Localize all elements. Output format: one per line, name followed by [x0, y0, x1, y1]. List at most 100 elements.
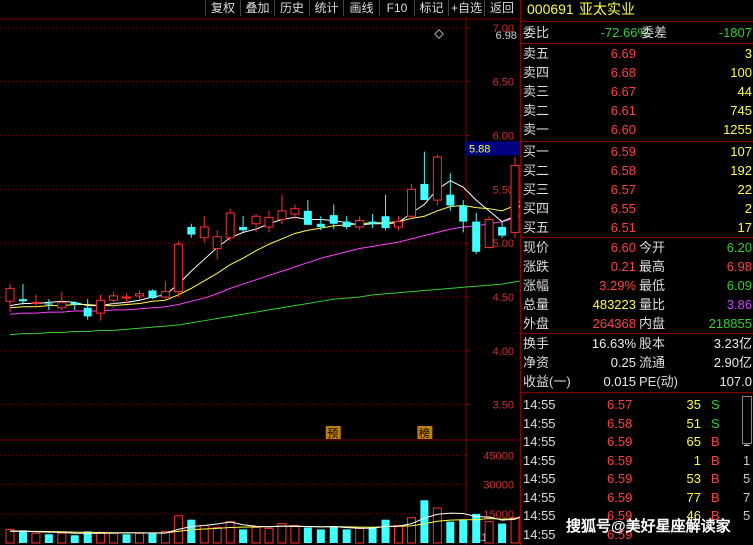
quote-label-2: 今开 [639, 240, 666, 255]
volume-bar [109, 532, 119, 544]
quote-label: 外盘 [523, 316, 550, 331]
ask-price: 6.60 [610, 122, 636, 137]
candle-body [239, 227, 248, 231]
candle-body [122, 296, 132, 299]
tick-row: 14:55 6.59 77 B 7 [521, 489, 753, 507]
fund-label: 换手 [523, 336, 550, 351]
toolbar-btn-5[interactable]: F10 [379, 0, 414, 16]
fund-value-2: 3.23亿 [713, 336, 752, 351]
ask-price: 6.69 [610, 46, 636, 61]
ask-label: 卖一 [523, 122, 550, 137]
candle-body [329, 215, 338, 224]
bid-price: 6.55 [610, 201, 636, 216]
candle-body [135, 293, 144, 297]
weicha-value: -1807 [718, 25, 752, 40]
ask-row: 卖五 6.69 3 [521, 45, 753, 63]
candle-body [5, 287, 15, 302]
bid-label: 买一 [523, 144, 550, 159]
tick-side: S [711, 397, 720, 412]
candle-body [173, 243, 183, 293]
kline-chart: 7.006.506.005.505.004.504.003.5045000300… [0, 17, 520, 545]
volume-bar [199, 525, 209, 544]
candle-body [368, 221, 377, 224]
quote-value-2: 6.98 [726, 259, 752, 274]
watermark: 搜狐号@美好星座解读家 [566, 518, 731, 535]
scrollbar[interactable] [742, 396, 752, 444]
quote-value-2: 6.20 [726, 240, 752, 255]
toolbar-btn-8[interactable]: 返回 [484, 0, 519, 16]
tick-time: 14:55 [523, 508, 556, 523]
toolbar-btn-6[interactable]: 标记 [414, 0, 448, 16]
quote-label: 现价 [523, 240, 550, 255]
ask-price: 6.61 [610, 103, 636, 118]
chart-toolbar: 复权 叠加 历史 统计 画线 F10 标记 +自选 返回 [0, 0, 520, 17]
volume-bar [225, 521, 235, 544]
volume-bar [31, 532, 41, 544]
candle-body [70, 302, 79, 305]
ask-volume: 1255 [723, 122, 752, 137]
tick-time: 14:55 [523, 452, 556, 468]
candle-body [446, 194, 455, 206]
volume-bar [57, 532, 67, 544]
bid-row: 买三 6.57 22 [521, 181, 753, 199]
ask-price: 6.68 [610, 65, 636, 80]
bid-label: 买二 [523, 163, 550, 178]
volume-bar [459, 519, 468, 543]
bid-label: 买五 [523, 220, 550, 235]
toolbar-btn-3[interactable]: 统计 [309, 0, 343, 16]
quote-value: 483223 [592, 297, 636, 312]
tick-side: B [711, 489, 720, 505]
ask-row: 卖二 6.61 745 [521, 102, 753, 120]
candle-body [160, 291, 170, 298]
ask-volume: 44 [737, 84, 752, 99]
volume-bar [381, 519, 390, 543]
candle-body [355, 220, 365, 228]
quote-label-2: 最高 [639, 259, 666, 274]
quote-value: 6.60 [610, 240, 636, 255]
tick-price: 6.59 [607, 489, 633, 505]
quote-value-2: 218855 [708, 316, 752, 331]
candle-body [199, 226, 209, 239]
quote-value-2: 6.09 [726, 278, 752, 293]
volume-bar [329, 526, 338, 543]
fund-label: 收益(一) [523, 374, 571, 389]
tick-row: 14:556.5965B1 [521, 433, 753, 451]
tick-row: 14:55 6.59 1 B 1 [521, 452, 753, 470]
toolbar-btn-0[interactable]: 复权 [205, 0, 240, 16]
tick-price: 6.57 [607, 397, 633, 412]
toolbar-btn-7[interactable]: +自选 [448, 0, 484, 16]
candle-body [303, 210, 312, 225]
tick-side: B [711, 434, 720, 449]
fund-value-2: 2.90亿 [713, 355, 752, 370]
tick-count: 7 [743, 489, 751, 505]
toolbar-btn-1[interactable]: 叠加 [240, 0, 274, 16]
candle-body [381, 216, 390, 229]
ask-label: 卖四 [523, 65, 550, 80]
tick-volume: 65 [686, 434, 701, 449]
fund-row: 收益(一) 0.015 PE(动) 107.0 [521, 373, 753, 391]
tick-volume: 51 [686, 415, 701, 431]
toolbar-btn-2[interactable]: 历史 [274, 0, 309, 16]
high-marker-label: 6.98 [496, 30, 517, 42]
ask-volume: 3 [744, 46, 752, 61]
volume-bar [420, 500, 429, 543]
quote-value: 264368 [592, 316, 636, 331]
stock-name: 亚太实业 [579, 1, 635, 17]
toolbar-btn-4[interactable]: 画线 [343, 0, 379, 16]
candle-body [342, 221, 351, 227]
candle-body [57, 301, 67, 309]
fund-label-2: 流通 [639, 355, 666, 370]
volume-bar [148, 533, 157, 543]
volume-bar [394, 525, 403, 544]
y-tick-label: 5.00 [493, 238, 514, 250]
candle-body [96, 299, 106, 314]
candle-body [264, 216, 274, 228]
volume-bar [96, 531, 106, 544]
volume-bar [290, 525, 300, 544]
candle-body [510, 165, 520, 233]
volume-bar [303, 527, 312, 543]
volume-bar [264, 527, 274, 544]
bid-label: 买四 [523, 201, 550, 216]
bid-volume: 2 [744, 201, 752, 216]
volume-bar [187, 519, 196, 543]
